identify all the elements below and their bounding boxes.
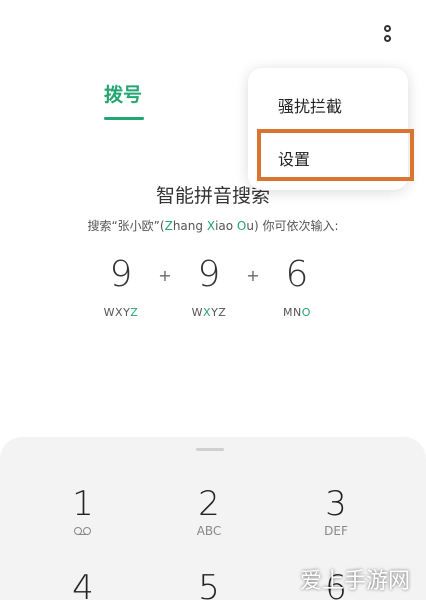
keypad-drag-handle[interactable] [196, 448, 224, 451]
example-letters-1: WXYZ [103, 306, 139, 319]
example-plus-1: + [158, 266, 172, 285]
tab-indicator [104, 117, 144, 120]
key-4[interactable]: 4 [43, 570, 123, 600]
key-3[interactable]: 3 DEF [296, 486, 376, 538]
example-letters-2: WXYZ [191, 306, 227, 319]
settings-highlight-box [257, 129, 414, 181]
key-2[interactable]: 2 ABC [169, 486, 249, 538]
menu-item-harassment-block[interactable]: 骚扰拦截 [278, 93, 342, 117]
key-5[interactable]: 5 [169, 570, 249, 600]
example-plus-2: + [246, 266, 260, 285]
example-digit-3: 6 [285, 254, 309, 295]
example-digit-1: 9 [109, 254, 133, 295]
voicemail-icon [74, 527, 92, 535]
more-options-icon[interactable] [377, 22, 399, 52]
example-digit-2: 9 [197, 254, 221, 295]
search-hint: 搜索“张小欧”(Zhang Xiao Ou) 你可依次输入: [87, 219, 339, 233]
watermark: 爱上手游网 [300, 569, 411, 594]
example-letters-3: MNO [283, 306, 311, 319]
key-1[interactable]: 1 [43, 486, 123, 538]
tab-dial[interactable]: 拨号 [104, 80, 142, 107]
